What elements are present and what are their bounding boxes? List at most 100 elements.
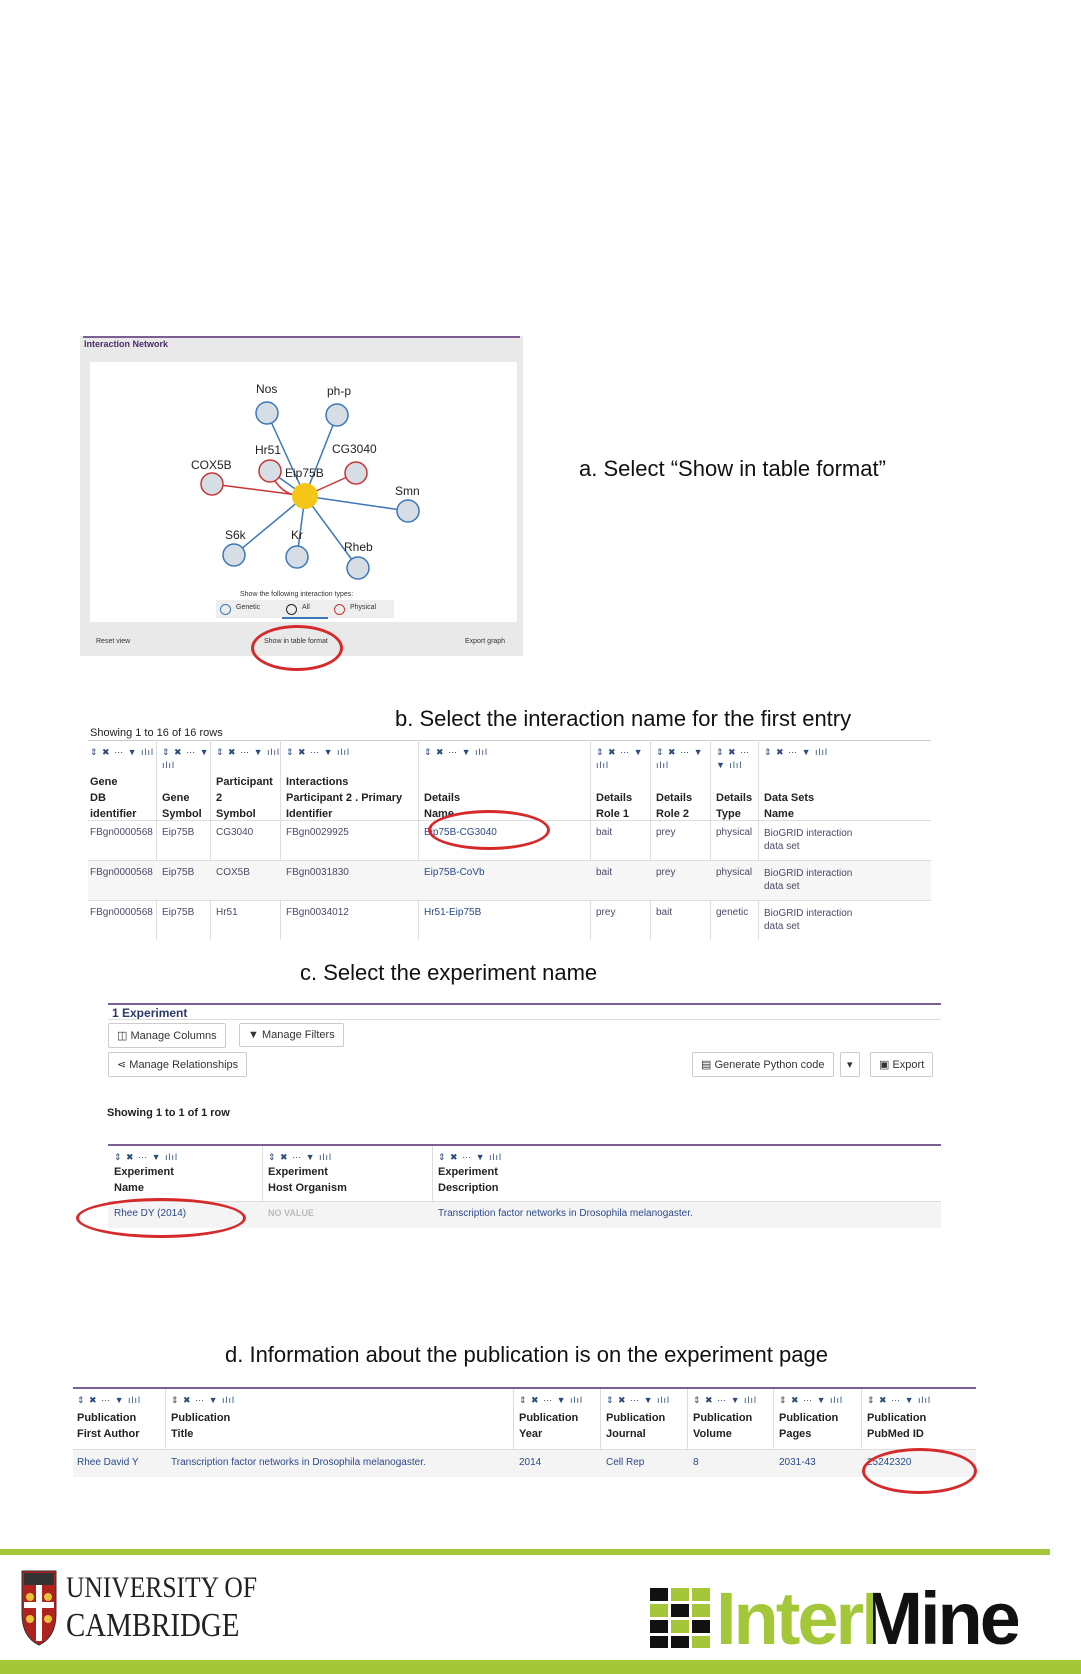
interactions-cell-r2-c4[interactable]: Hr51-Eip75B bbox=[424, 907, 481, 918]
interactions-col-5-icons[interactable]: ⇕ ✖ ⋯ ▼ ılıl bbox=[596, 746, 644, 772]
publication-col-3-header: Publication Journal bbox=[606, 1412, 666, 1440]
interactions-cell-r0-c6: prey bbox=[656, 827, 676, 838]
node-cox5b bbox=[200, 472, 224, 496]
interactions-col-3-icons[interactable]: ⇕ ✖ ⋯ ▼ ılıl bbox=[286, 746, 350, 759]
node-label-s6k: S6k bbox=[225, 528, 246, 542]
caret-down-icon: ▾ bbox=[847, 1059, 853, 1071]
filter-icon: ▼ bbox=[248, 1029, 262, 1041]
node-rheb bbox=[346, 556, 370, 580]
interactions-showing: Showing 1 to 16 of 16 rows bbox=[90, 727, 223, 739]
code-icon: ▤ bbox=[701, 1059, 715, 1071]
node-label-ph-p: ph-p bbox=[327, 384, 352, 398]
interactions-col-4-icons[interactable]: ⇕ ✖ ⋯ ▼ ılıl bbox=[424, 746, 488, 759]
node-label-eip75b: Eip75B bbox=[285, 466, 324, 480]
export-label: Export bbox=[892, 1059, 925, 1071]
intermine-logo: InterMine bbox=[650, 1577, 1030, 1660]
export-graph-link[interactable]: Export graph bbox=[465, 638, 505, 645]
interactions-cell-r0-c2: CG3040 bbox=[216, 827, 254, 838]
publication-col-5-header: Publication Pages bbox=[779, 1412, 839, 1440]
publication-cell-3: Cell Rep bbox=[606, 1457, 645, 1468]
manage-relationships-label: Manage Relationships bbox=[129, 1059, 239, 1071]
step-d-text: d. Information about the publication is … bbox=[225, 1342, 828, 1367]
interactions-col-0-icons[interactable]: ⇕ ✖ ⋯ ▼ ılıl bbox=[90, 746, 154, 759]
generate-python-button[interactable]: ▤ Generate Python code bbox=[692, 1052, 834, 1077]
interactions-col-8-icons[interactable]: ⇕ ✖ ⋯ ▼ ılıl bbox=[764, 746, 828, 759]
physical-radio[interactable] bbox=[334, 604, 345, 615]
publication-col-3-icons[interactable]: ⇕ ✖ ⋯ ▼ ılıl bbox=[606, 1395, 670, 1406]
interactions-col-7-header: Details Type bbox=[716, 792, 753, 820]
all-radio[interactable] bbox=[286, 604, 297, 615]
node-cg3040 bbox=[344, 461, 368, 485]
publication-col-4-header: Publication Volume bbox=[693, 1412, 753, 1440]
interactions-cell-r2-c8: BioGRID interaction data set bbox=[764, 908, 853, 932]
exp-col2-icons[interactable]: ⇕ ✖ ⋯ ▼ ılıl bbox=[268, 1152, 332, 1163]
node-kr bbox=[285, 545, 309, 569]
interactions-cell-r0-c8: BioGRID interaction data set bbox=[764, 828, 853, 852]
python-dropdown-button[interactable]: ▾ bbox=[840, 1052, 860, 1077]
reset-view-link[interactable]: Reset view bbox=[96, 638, 130, 645]
highlight-pubmed-id bbox=[862, 1448, 977, 1494]
publication-col-1-icons[interactable]: ⇕ ✖ ⋯ ▼ ılıl bbox=[171, 1395, 235, 1406]
interactions-col-2-header: Participant 2 Symbol bbox=[216, 776, 273, 820]
interactions-cell-r1-c5: bait bbox=[596, 867, 613, 878]
node-label-smn: Smn bbox=[395, 484, 420, 498]
manage-relationships-button[interactable]: ⋖ Manage Relationships bbox=[108, 1052, 248, 1077]
genetic-radio[interactable] bbox=[220, 604, 231, 615]
export-button[interactable]: ▣ Export bbox=[870, 1052, 934, 1077]
exp-header-name: Experiment Name bbox=[114, 1166, 174, 1194]
generate-python-label: Generate Python code bbox=[714, 1059, 825, 1071]
publication-cell-0: Rhee David Y bbox=[77, 1457, 139, 1468]
all-label: All bbox=[302, 604, 310, 611]
interactions-col-6-icons[interactable]: ⇕ ✖ ⋯ ▼ ılıl bbox=[656, 746, 704, 772]
interactions-col-1-header: Gene Symbol bbox=[162, 792, 202, 820]
node-label-hr51: Hr51 bbox=[255, 443, 282, 457]
interactions-cell-r0-c3: FBgn0029925 bbox=[286, 827, 349, 838]
node-eip75b bbox=[292, 483, 318, 509]
interactions-col-3-header: Interactions Participant 2 . Primary Ide… bbox=[286, 776, 403, 820]
experiment-showing: Showing 1 to 1 of 1 row bbox=[107, 1107, 230, 1119]
network-canvas: Nos ph-p Hr51 CG3040 COX5B Eip75B Smn S6… bbox=[90, 362, 517, 622]
publication-cell-5: 2031-43 bbox=[779, 1457, 816, 1468]
exp-col1-icons[interactable]: ⇕ ✖ ⋯ ▼ ılıl bbox=[114, 1152, 178, 1163]
cambridge-line2: CAMBRIDGE bbox=[66, 1607, 240, 1644]
publication-col-0-icons[interactable]: ⇕ ✖ ⋯ ▼ ılıl bbox=[77, 1395, 141, 1406]
experiment-title: 1 Experiment bbox=[112, 1006, 188, 1020]
network-nodes[interactable] bbox=[200, 401, 420, 580]
interactions-col-1-icons[interactable]: ⇕ ✖ ⋯ ▼ ılıl bbox=[162, 746, 210, 772]
publication-cell-2: 2014 bbox=[519, 1457, 542, 1468]
publication-col-4-icons[interactable]: ⇕ ✖ ⋯ ▼ ılıl bbox=[693, 1395, 757, 1406]
manage-columns-button[interactable]: ◫ Manage Columns bbox=[108, 1023, 226, 1048]
manage-filters-button[interactable]: ▼ Manage Filters bbox=[239, 1023, 344, 1047]
step-c-text: c. Select the experiment name bbox=[300, 960, 598, 985]
interactions-cell-r2-c2: Hr51 bbox=[216, 907, 238, 918]
node-label-cox5b: COX5B bbox=[191, 458, 232, 472]
highlight-show-table bbox=[251, 625, 343, 671]
node-label-kr: Kr bbox=[291, 528, 303, 542]
interactions-cell-r2-c3: FBgn0034012 bbox=[286, 907, 349, 918]
publication-col-2-header: Publication Year bbox=[519, 1412, 579, 1440]
publication-col-2-icons[interactable]: ⇕ ✖ ⋯ ▼ ılıl bbox=[519, 1395, 583, 1406]
exp-col3-icons[interactable]: ⇕ ✖ ⋯ ▼ ılıl bbox=[438, 1152, 502, 1163]
publication-col-6-header: Publication PubMed ID bbox=[867, 1412, 927, 1440]
node-label-rheb: Rheb bbox=[344, 540, 373, 554]
exp-description-cell: Transcription factor networks in Drosoph… bbox=[438, 1208, 693, 1219]
publication-col-5-icons[interactable]: ⇕ ✖ ⋯ ▼ ılıl bbox=[779, 1395, 843, 1406]
node-label-nos: Nos bbox=[256, 382, 278, 396]
interactions-cell-r1-c4[interactable]: Eip75B-CoVb bbox=[424, 867, 485, 878]
intermine-grid-icon bbox=[650, 1588, 710, 1648]
interactions-cell-r2-c1: Eip75B bbox=[162, 907, 195, 918]
interactions-col-2-icons[interactable]: ⇕ ✖ ⋯ ▼ ılıl bbox=[216, 746, 280, 759]
interactions-col-0-header: Gene DB identifier bbox=[90, 776, 137, 820]
interactions-cell-r0-c0: FBgn0000568 bbox=[90, 827, 153, 838]
cambridge-crest-icon bbox=[21, 1570, 57, 1646]
interactions-cell-r1-c2: COX5B bbox=[216, 867, 250, 878]
interactions-col-7-icons[interactable]: ⇕ ✖ ⋯ ▼ ılıl bbox=[716, 746, 750, 772]
manage-columns-label: Manage Columns bbox=[130, 1030, 217, 1042]
interactions-col-8-header: Data Sets Name bbox=[764, 792, 815, 820]
highlight-experiment-name bbox=[76, 1198, 246, 1238]
publication-col-6-icons[interactable]: ⇕ ✖ ⋯ ▼ ılıl bbox=[867, 1395, 931, 1406]
interactions-cell-r0-c5: bait bbox=[596, 827, 613, 838]
step-a-text: a. Select “Show in table format” bbox=[579, 456, 886, 481]
highlight-interaction-name bbox=[428, 810, 550, 850]
interactions-cell-r2-c5: prey bbox=[596, 907, 616, 918]
